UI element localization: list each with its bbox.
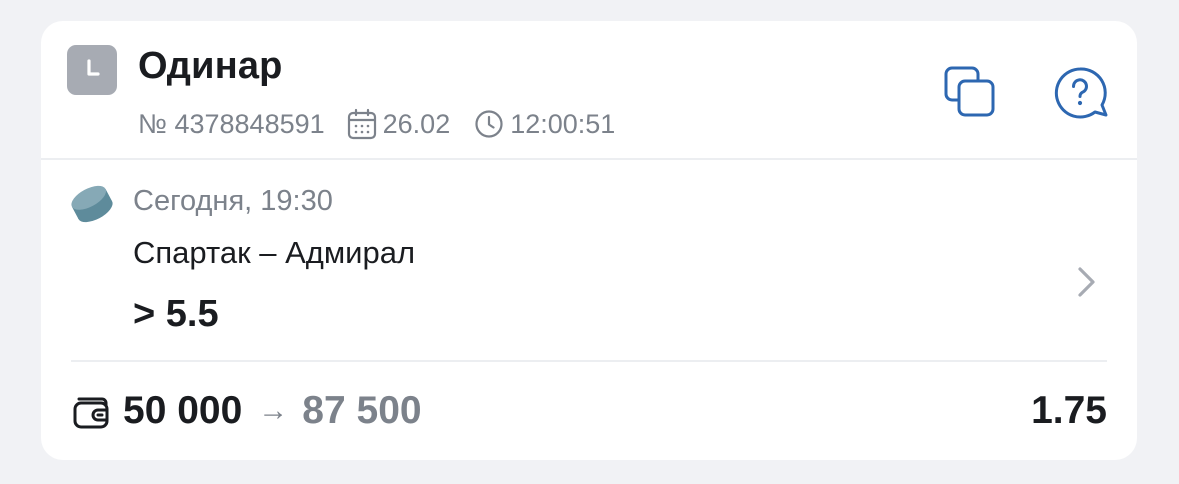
bet-date-group: 26.02 [347,108,451,140]
event-row[interactable]: Сегодня, 19:30 Спартак – Адмирал > 5.5 [41,160,1137,361]
bet-type-title: Одинар [138,45,283,87]
bet-time: 12:00:51 [510,108,616,139]
bet-card: Одинар № 4378848591 26.02 12:00:51 Сегод… [41,21,1137,460]
divider [71,360,1107,362]
arrow-right-icon: → [258,394,289,427]
stake-amount: 50 000 [123,389,243,432]
bet-footer: 50 000 → 87 500 1.75 [71,381,1107,441]
payout-amount: 87 500 [302,389,422,432]
wallet-icon [73,397,109,429]
calendar-icon [347,108,376,140]
bet-date: 26.02 [382,108,451,139]
bet-header: Одинар № 4378848591 26.02 12:00:51 [41,21,1137,160]
copy-icon [944,66,995,117]
bet-number: № 4378848591 [138,108,325,139]
event-outcome: > 5.5 [133,293,219,335]
help-bubble-icon [1054,67,1108,119]
clock-icon [67,45,117,95]
bet-time-group: 12:00:51 [474,109,615,140]
chevron-right-icon [1078,267,1095,297]
help-button[interactable] [1051,64,1111,124]
event-teams: Спартак – Адмирал [133,235,416,270]
coefficient: 1.75 [1031,389,1107,432]
copy-button[interactable] [940,64,1000,124]
event-time: Сегодня, 19:30 [133,185,333,217]
hockey-puck-icon [71,185,113,223]
bet-meta: № 4378848591 26.02 12:00:51 [138,107,615,141]
clock-icon [475,110,503,138]
